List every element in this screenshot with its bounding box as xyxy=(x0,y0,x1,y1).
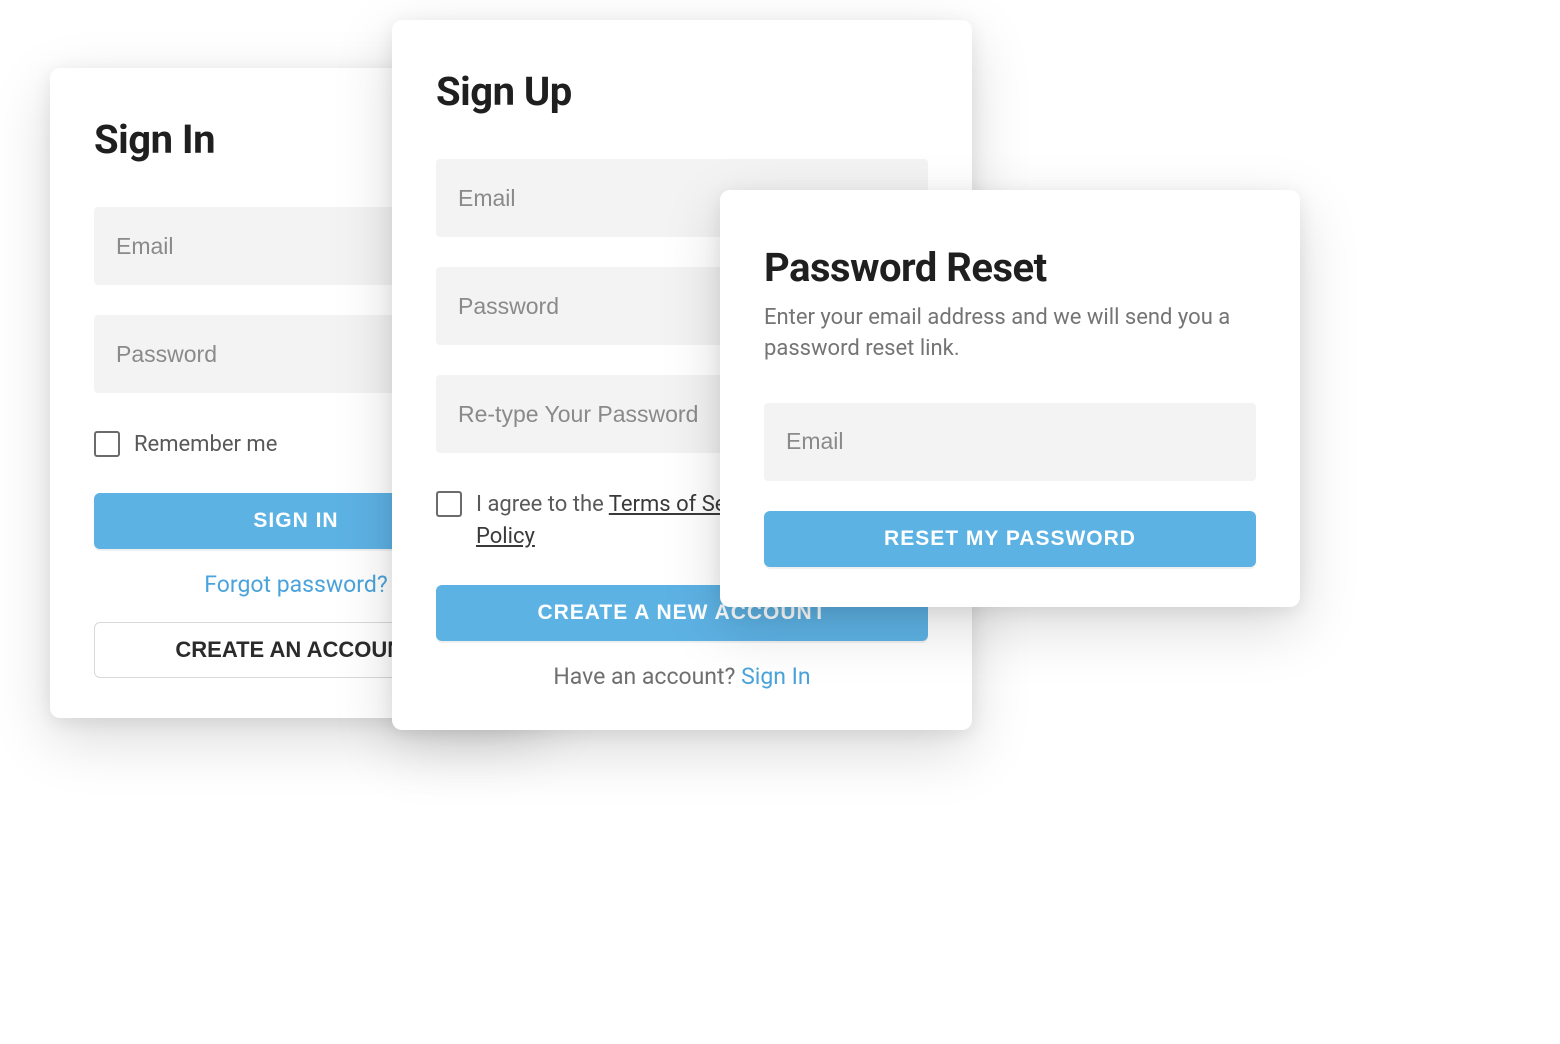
reset-card: Password Reset Enter your email address … xyxy=(720,190,1300,607)
forgot-password-link[interactable]: Forgot password? xyxy=(204,571,387,598)
agree-checkbox[interactable] xyxy=(436,491,462,517)
reset-submit-button[interactable]: RESET MY PASSWORD xyxy=(764,511,1256,567)
signup-title: Sign Up xyxy=(436,68,928,115)
remember-me-checkbox[interactable] xyxy=(94,431,120,457)
remember-me-label: Remember me xyxy=(134,429,277,461)
reset-title: Password Reset xyxy=(764,244,1256,291)
have-account-row: Have an account? Sign In xyxy=(436,663,928,690)
have-account-text: Have an account? xyxy=(553,663,741,690)
reset-email-input[interactable] xyxy=(764,403,1256,481)
reset-subtitle: Enter your email address and we will sen… xyxy=(764,303,1256,365)
signin-link[interactable]: Sign In xyxy=(741,663,811,690)
agree-prefix: I agree to the xyxy=(476,492,609,517)
